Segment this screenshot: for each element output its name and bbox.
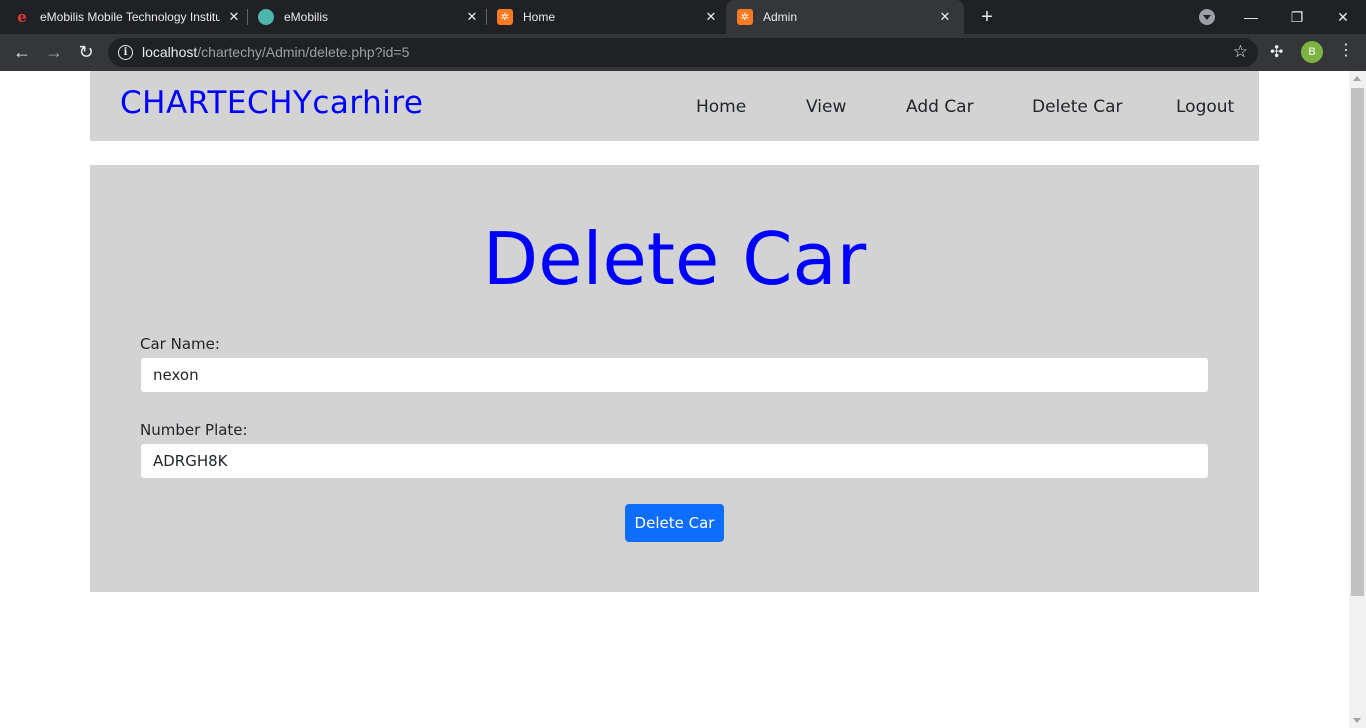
profile-avatar[interactable]: B xyxy=(1301,41,1323,63)
minimize-window-icon[interactable]: — xyxy=(1228,0,1274,34)
tab-search-chevron-icon[interactable] xyxy=(1199,9,1215,25)
site-navbar: CHARTECHYcarhire Home View Add Car Delet… xyxy=(90,71,1259,141)
url-path: /chartechy/Admin/delete.php?id=5 xyxy=(197,44,410,60)
tab-title: eMobilis xyxy=(284,10,329,24)
tab-title: eMobilis Mobile Technology Institute xyxy=(40,10,220,24)
browser-toolbar: ← → ↻ i localhost/chartechy/Admin/delete… xyxy=(0,34,1366,71)
xampp-favicon-icon: ✲ xyxy=(497,9,513,25)
site-brand-logo[interactable]: CHARTECHYcarhire xyxy=(120,85,424,121)
tab-divider xyxy=(247,9,248,25)
nav-link-view[interactable]: View xyxy=(806,97,846,117)
back-arrow-icon[interactable]: ← xyxy=(10,40,34,64)
tab-emobilis-institute[interactable]: e eMobilis Mobile Technology Institute ✕ xyxy=(14,0,242,34)
scroll-down-arrow-icon[interactable] xyxy=(1353,718,1361,723)
delete-car-button[interactable]: Delete Car xyxy=(625,504,724,542)
address-bar[interactable]: i localhost/chartechy/Admin/delete.php?i… xyxy=(108,38,1258,67)
browser-menu-kebab-icon[interactable]: ⋮ xyxy=(1338,40,1354,60)
delete-car-form-panel: Delete Car Car Name: Number Plate: Delet… xyxy=(90,165,1259,592)
tab-title: Home xyxy=(523,10,556,24)
close-window-icon[interactable]: ✕ xyxy=(1320,0,1366,34)
page-viewport: CHARTECHYcarhire Home View Add Car Delet… xyxy=(0,71,1349,728)
close-tab-icon[interactable]: ✕ xyxy=(226,9,242,25)
nav-link-add-car[interactable]: Add Car xyxy=(906,97,974,117)
scrollbar-thumb[interactable] xyxy=(1351,88,1364,596)
reload-icon[interactable]: ↻ xyxy=(74,40,98,64)
tab-title: Admin xyxy=(763,10,798,24)
car-name-input[interactable] xyxy=(140,357,1209,393)
restore-window-icon[interactable]: ❐ xyxy=(1274,0,1320,34)
url-host: localhost xyxy=(142,44,198,60)
new-tab-plus-icon[interactable]: + xyxy=(976,6,998,28)
close-tab-icon[interactable]: ✕ xyxy=(464,9,480,25)
forward-arrow-icon[interactable]: → xyxy=(42,40,66,64)
close-tab-icon[interactable]: ✕ xyxy=(703,9,719,25)
number-plate-input[interactable] xyxy=(140,443,1209,479)
extensions-puzzle-icon[interactable]: ✣ xyxy=(1270,42,1283,62)
xampp-favicon-icon: ✲ xyxy=(737,9,753,25)
nav-link-delete-car[interactable]: Delete Car xyxy=(1032,97,1123,117)
close-tab-icon[interactable]: ✕ xyxy=(937,9,953,25)
page-scrollbar[interactable] xyxy=(1349,71,1366,728)
browser-tab-strip: e eMobilis Mobile Technology Institute ✕… xyxy=(0,0,1366,34)
tab-emobilis[interactable]: eMobilis ✕ xyxy=(258,0,480,34)
bookmark-star-icon[interactable]: ☆ xyxy=(1233,42,1248,62)
car-name-label: Car Name: xyxy=(140,335,220,353)
url-text[interactable]: localhost/chartechy/Admin/delete.php?id=… xyxy=(142,44,409,60)
nav-link-logout[interactable]: Logout xyxy=(1176,97,1234,117)
number-plate-label: Number Plate: xyxy=(140,421,248,439)
emobilis-favicon-icon: e xyxy=(17,8,27,26)
document-favicon-icon xyxy=(258,9,274,25)
tab-divider xyxy=(486,9,487,25)
scroll-up-arrow-icon[interactable] xyxy=(1353,76,1361,81)
tab-home[interactable]: ✲ Home ✕ xyxy=(497,0,719,34)
page-title: Delete Car xyxy=(482,217,867,301)
site-info-icon[interactable]: i xyxy=(118,45,133,60)
nav-link-home[interactable]: Home xyxy=(696,97,746,117)
tab-admin[interactable]: ✲ Admin ✕ xyxy=(726,0,964,34)
